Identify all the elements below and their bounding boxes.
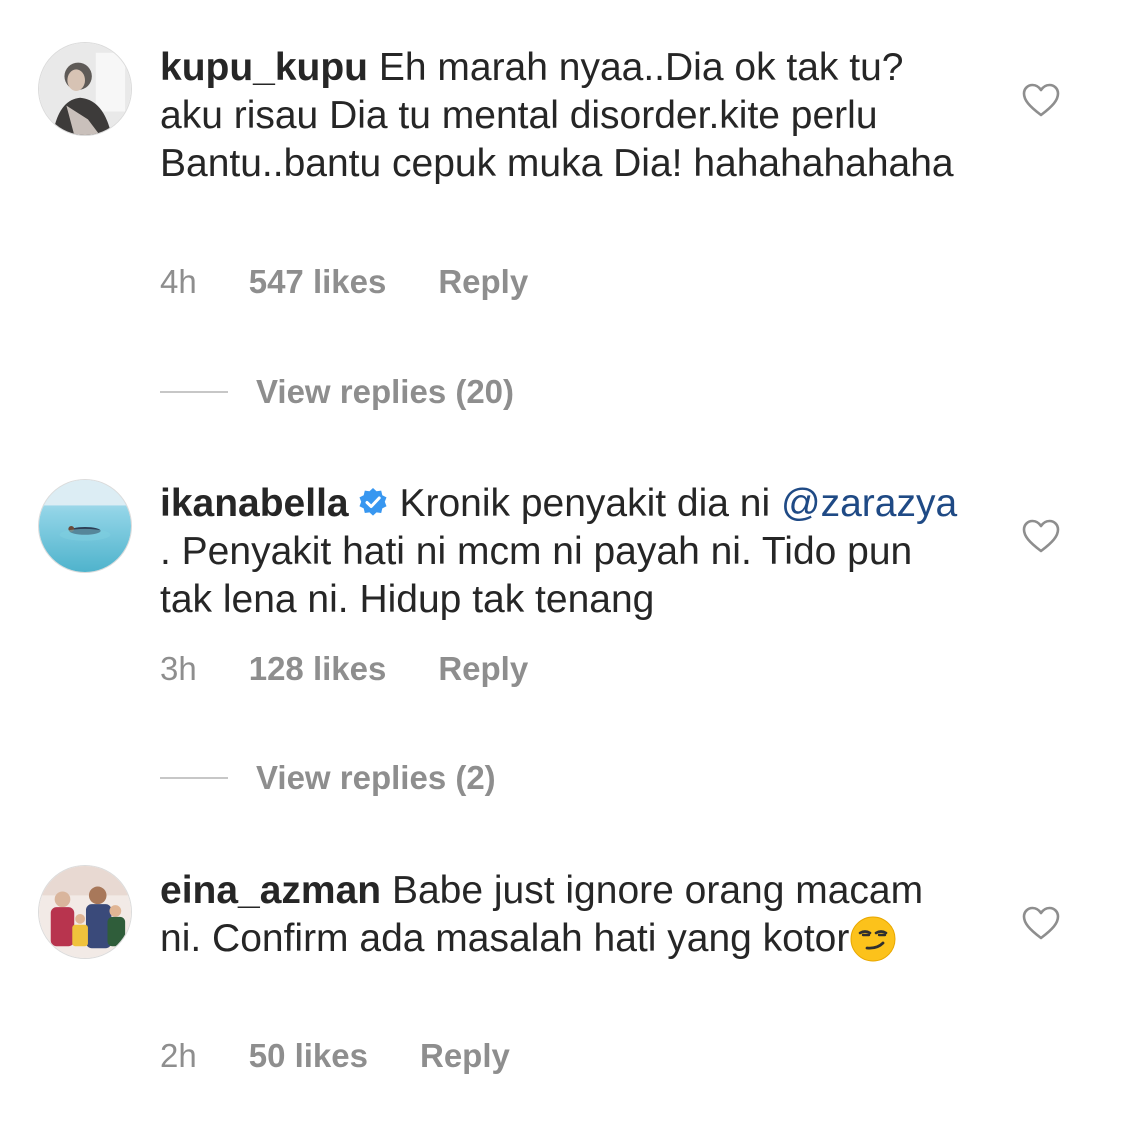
comment-time: 3h [160,650,197,687]
user-avatar-sea-icon [39,480,131,572]
reply-button[interactable]: Reply [438,649,528,689]
view-replies-button[interactable]: View replies (20) [160,372,514,412]
comment-meta: 3h 128 likes Reply [160,649,528,689]
username[interactable]: kupu_kupu [160,46,368,89]
heart-outline-icon[interactable] [1021,905,1061,941]
comment-likes[interactable]: 50 likes [249,1036,368,1076]
view-replies-button[interactable]: View replies (2) [160,758,496,798]
comment-meta: 2h 50 likes Reply [160,1036,510,1076]
reply-button[interactable]: Reply [420,1036,510,1076]
comment-meta: 4h 547 likes Reply [160,262,528,302]
avatar[interactable] [38,479,132,573]
comment-body: . Penyakit hati ni mcm ni payah ni. Tido… [160,530,913,621]
avatar[interactable] [38,42,132,136]
comment-time: 4h [160,263,197,300]
comment-time: 2h [160,1037,197,1074]
verified-badge-icon [359,488,387,516]
view-replies-label: View replies (20) [256,373,515,410]
mention-link[interactable]: @zarazya [781,482,957,525]
comment-text: eina_azman Babe just ignore orang macam … [160,867,960,963]
heart-outline-icon[interactable] [1021,82,1061,118]
divider-line [160,777,228,779]
comment-text: ikanabella Kronik penyakit dia ni @zaraz… [160,480,960,624]
divider-line [160,391,228,393]
comment-body: Kronik penyakit dia ni [399,482,771,525]
smirking-face-icon [850,916,896,962]
username[interactable]: ikanabella [160,482,349,525]
view-replies-label: View replies (2) [256,759,496,796]
comment-likes[interactable]: 547 likes [249,262,387,302]
reply-button[interactable]: Reply [438,262,528,302]
comment-text: kupu_kupu Eh marah nyaa..Dia ok tak tu?a… [160,44,960,188]
avatar[interactable] [38,865,132,959]
comment-likes[interactable]: 128 likes [249,649,387,689]
username[interactable]: eina_azman [160,869,381,912]
heart-outline-icon[interactable] [1021,518,1061,554]
user-avatar-family-icon [39,866,131,958]
user-avatar-woman-icon [39,43,131,135]
